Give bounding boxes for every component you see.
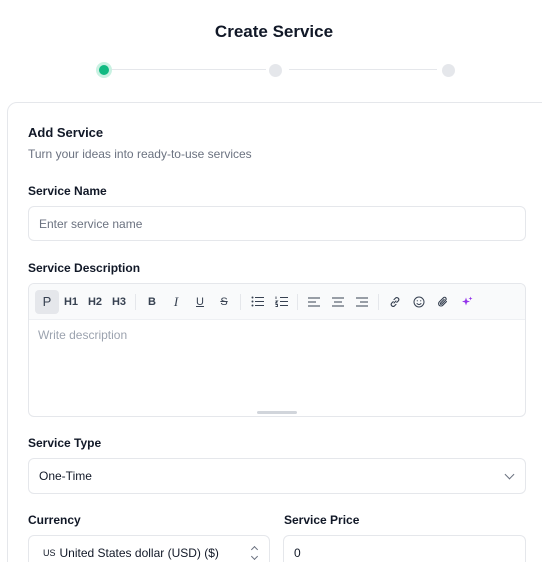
attachment-icon[interactable] (431, 290, 455, 314)
service-name-placeholder: Enter service name (39, 216, 143, 231)
service-name-input[interactable]: Enter service name (28, 206, 526, 241)
currency-value: United States dollar (USD) ($) (59, 546, 219, 560)
step-3-indicator[interactable] (442, 64, 455, 77)
step-2-indicator[interactable] (269, 64, 282, 77)
heading-2-button[interactable]: H2 (83, 290, 107, 314)
numbered-list-icon[interactable] (269, 290, 293, 314)
service-type-value: One-Time (39, 469, 92, 483)
service-price-value: 0 (294, 546, 301, 560)
currency-selected: US United States dollar (USD) ($) (43, 546, 219, 560)
toolbar-divider (240, 293, 241, 310)
service-type-label: Service Type (28, 436, 102, 450)
stepper-connector (110, 69, 266, 70)
toolbar-divider (297, 293, 298, 310)
heading-3-button[interactable]: H3 (107, 290, 131, 314)
stepper-connector (289, 69, 437, 70)
align-right-icon[interactable] (350, 290, 374, 314)
description-editor[interactable]: P H1 H2 H3 B I U S Write description (28, 283, 526, 417)
sort-updown-icon (250, 545, 259, 561)
strikethrough-button[interactable]: S (212, 290, 236, 314)
currency-select[interactable]: US United States dollar (USD) ($) (28, 535, 270, 562)
toolbar-divider (135, 293, 136, 310)
ai-sparkle-icon[interactable] (455, 290, 479, 314)
toolbar-divider (378, 293, 379, 310)
align-left-icon[interactable] (302, 290, 326, 314)
underline-button[interactable]: U (188, 290, 212, 314)
align-center-icon[interactable] (326, 290, 350, 314)
editor-toolbar: P H1 H2 H3 B I U S (29, 284, 525, 320)
paragraph-button[interactable]: P (35, 289, 59, 314)
service-price-input[interactable]: 0 (283, 535, 526, 562)
emoji-icon[interactable] (407, 290, 431, 314)
link-icon[interactable] (383, 290, 407, 314)
chevron-down-icon (504, 469, 515, 479)
service-name-label: Service Name (28, 184, 107, 198)
description-placeholder: Write description (38, 328, 128, 342)
stepper (96, 62, 456, 78)
page-title: Create Service (214, 22, 334, 41)
currency-label: Currency (28, 513, 81, 527)
add-service-card: Add Service Turn your ideas into ready-t… (7, 102, 542, 562)
card-subtitle: Turn your ideas into ready-to-use servic… (28, 147, 252, 161)
editor-resize-handle[interactable] (257, 411, 297, 414)
currency-code: US (43, 548, 56, 558)
italic-button[interactable]: I (164, 290, 188, 314)
service-type-select[interactable]: One-Time (28, 458, 526, 494)
service-price-label: Service Price (284, 513, 360, 527)
service-description-label: Service Description (28, 261, 141, 275)
card-title: Add Service (28, 125, 104, 140)
description-textarea[interactable]: Write description (29, 320, 525, 350)
heading-1-button[interactable]: H1 (59, 290, 83, 314)
bold-button[interactable]: B (140, 290, 164, 314)
bullet-list-icon[interactable] (245, 290, 269, 314)
step-1-indicator[interactable] (96, 62, 112, 78)
